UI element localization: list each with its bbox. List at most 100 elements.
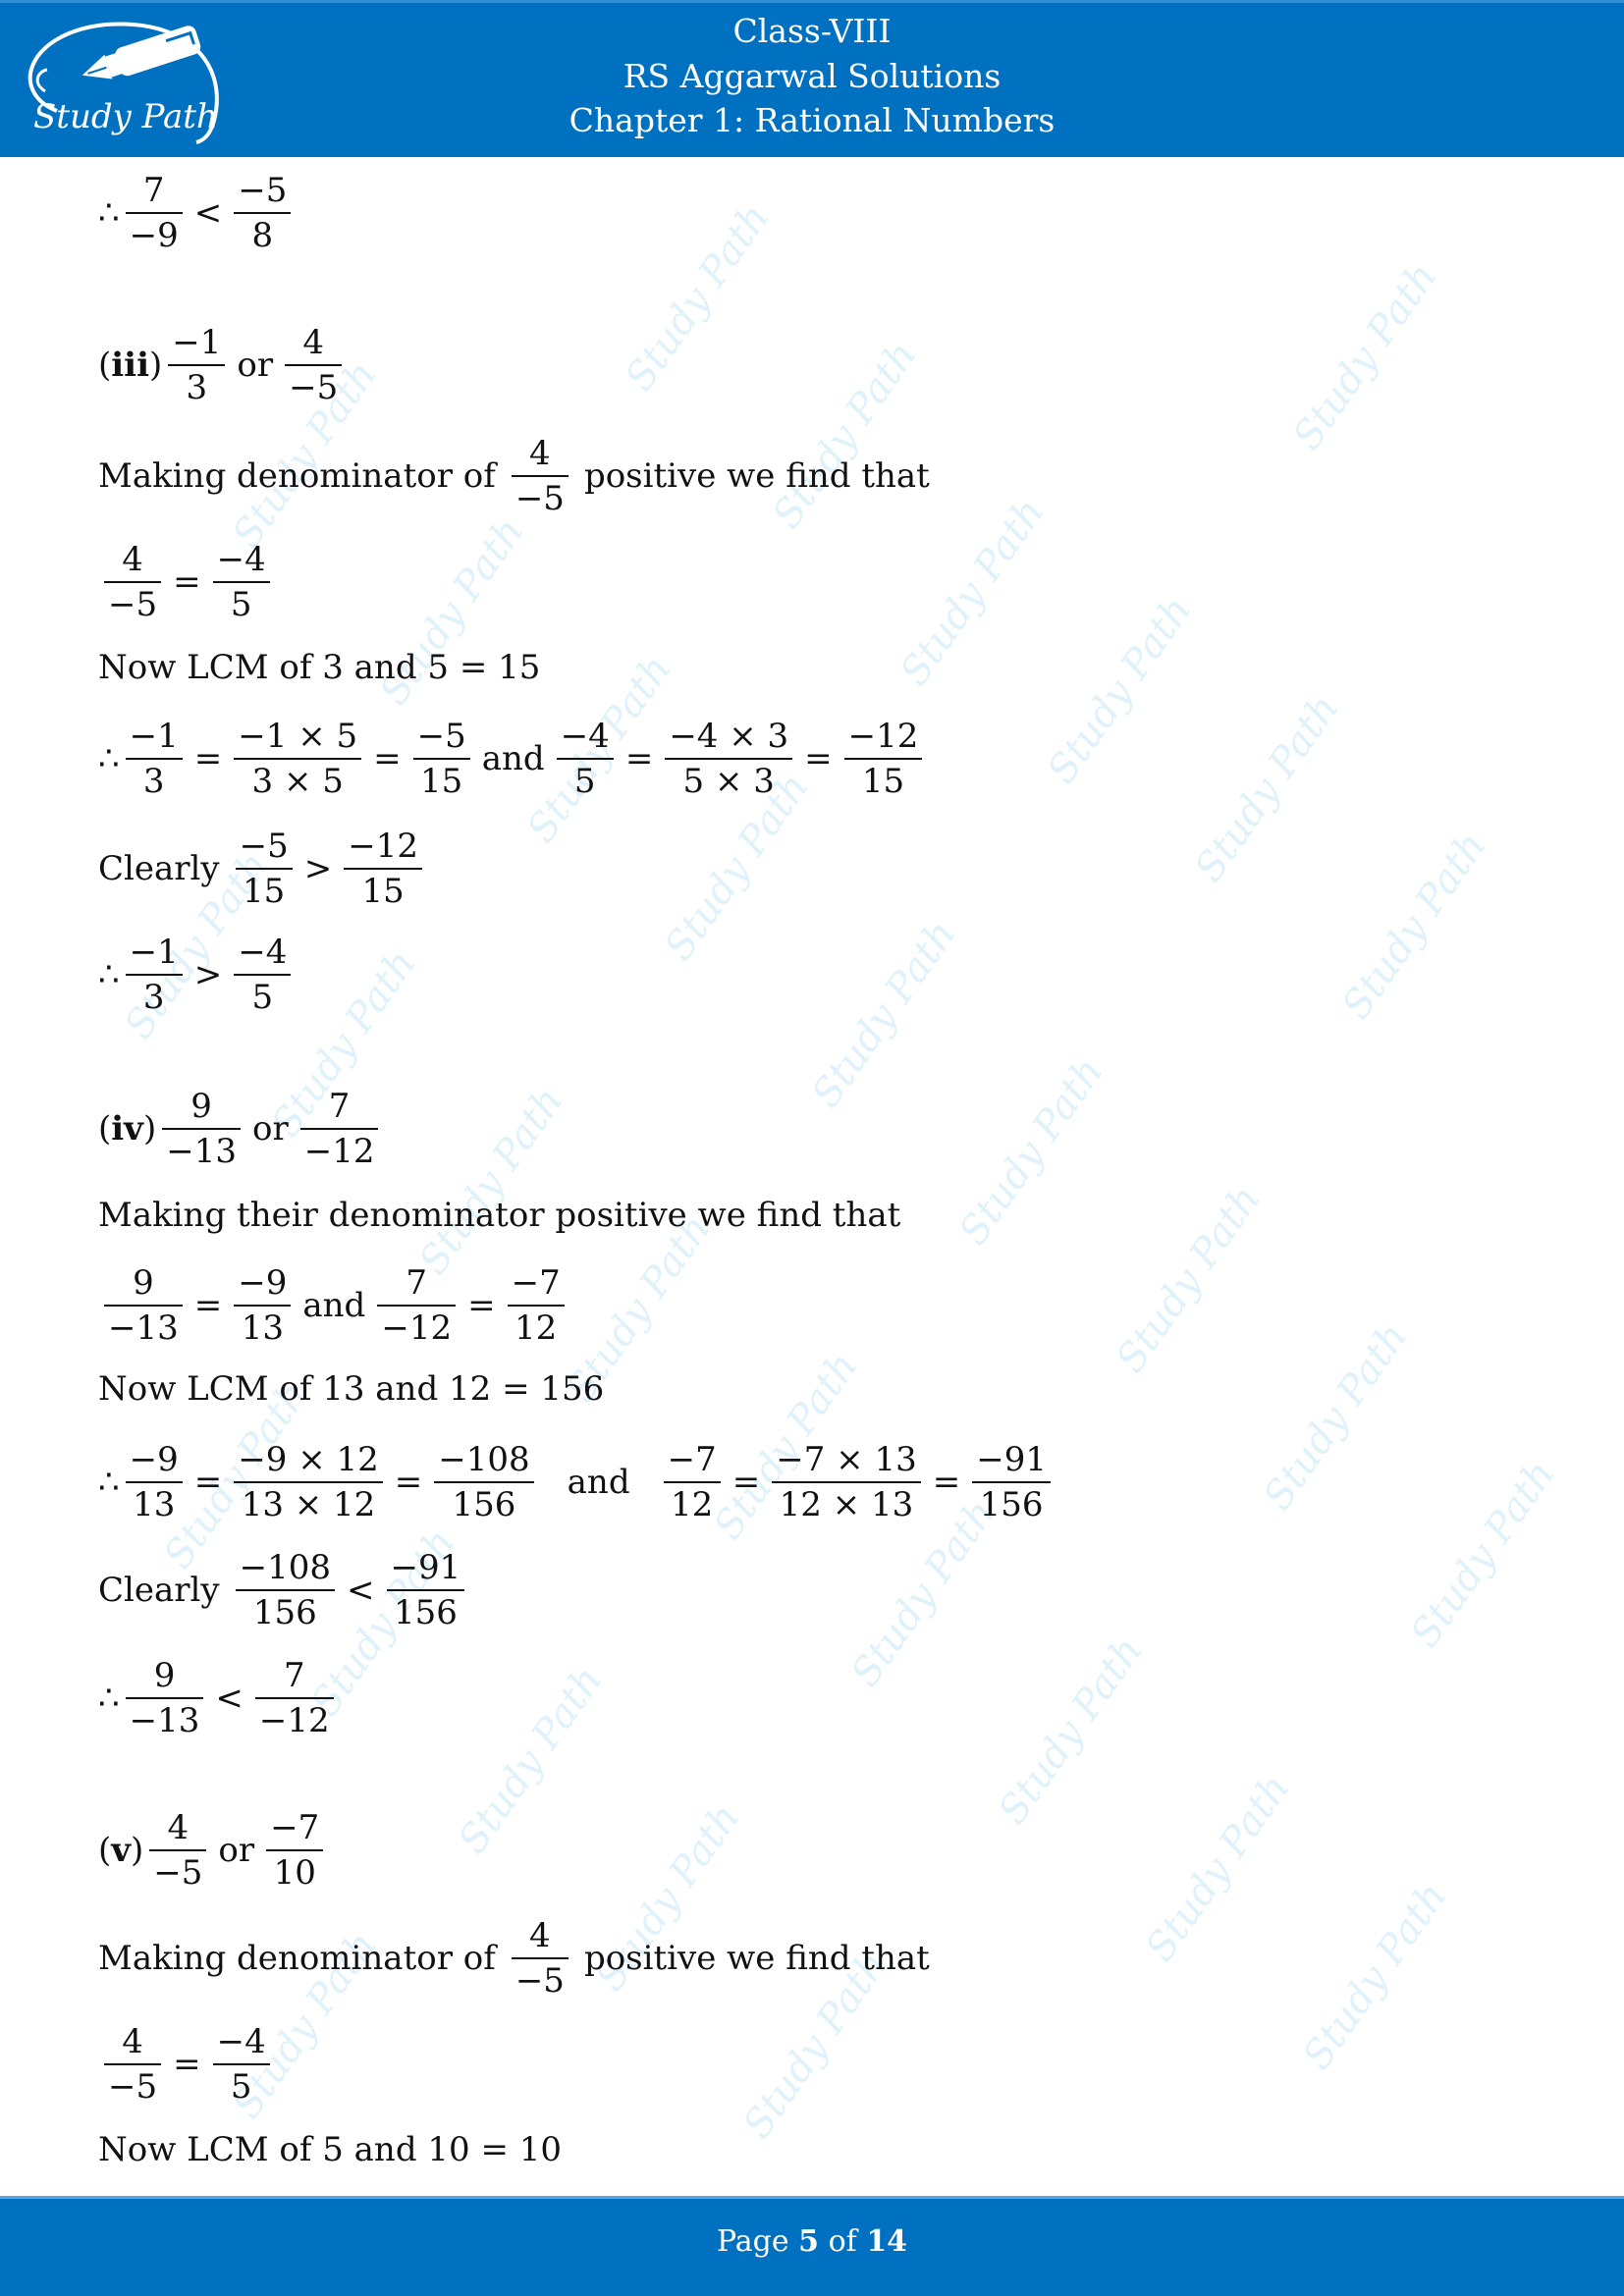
denominator: −13 xyxy=(129,1701,200,1740)
denominator: −9 xyxy=(129,216,179,255)
text-segment: Making denominator of xyxy=(98,1939,496,1978)
fraction: −5 8 xyxy=(234,169,292,257)
part-v-lcm: Now LCM of 5 and 10 = 10 xyxy=(98,2130,563,2169)
fraction: −12 15 xyxy=(344,825,423,913)
numerator: −91 xyxy=(390,1548,461,1587)
numerator: −7 × 13 xyxy=(776,1440,917,1479)
fraction: −91 156 xyxy=(972,1438,1051,1526)
denominator: 5 xyxy=(230,585,252,624)
numerator: −9 × 12 xyxy=(238,1440,379,1479)
fraction: −9 13 xyxy=(234,1261,292,1350)
numerator: 4 xyxy=(302,323,325,362)
fraction: 7 −12 xyxy=(377,1261,457,1350)
numerator: −4 xyxy=(216,2022,266,2061)
fraction: 4 −5 xyxy=(511,1914,568,2002)
denominator: 8 xyxy=(251,216,274,255)
part-iv-making-positive: Making their denominator positive we fin… xyxy=(98,1196,901,1235)
numerator: −7 xyxy=(667,1440,717,1479)
numerator: −1 xyxy=(129,933,179,972)
text-segment: ( xyxy=(98,346,112,385)
denominator: −13 xyxy=(166,1132,237,1171)
numerator: −4 xyxy=(560,717,610,756)
denominator: −12 xyxy=(258,1701,330,1740)
fraction: 7 −12 xyxy=(254,1654,334,1742)
operator: = xyxy=(193,739,223,778)
text-segment: ( xyxy=(98,1109,112,1148)
total-pages: 14 xyxy=(866,2224,908,2259)
part-v-heading: (v) 4 −5 or −7 10 xyxy=(98,1806,329,1895)
operator: > xyxy=(303,849,333,888)
fraction: −4 × 3 5 × 3 xyxy=(665,715,793,803)
fraction: 4 −5 xyxy=(511,432,568,520)
numerator: 9 xyxy=(153,1656,176,1695)
part-v-equivalence: 4 −5 = −4 5 xyxy=(98,2020,276,2109)
operator: and xyxy=(302,1286,366,1325)
denominator: 15 xyxy=(243,872,286,911)
operator: = xyxy=(173,2045,201,2084)
fraction: −1 3 xyxy=(125,931,183,1019)
denominator: 3 xyxy=(142,978,165,1017)
part-iii-heading: (iii) −1 3 or 4 −5 xyxy=(98,321,348,409)
part-label: v xyxy=(111,1831,132,1870)
page-footer: Page 5 of 14 xyxy=(0,2196,1624,2296)
fraction: 7 −12 xyxy=(299,1085,379,1173)
operator: = xyxy=(467,1286,496,1325)
numerator: −4 xyxy=(216,540,266,579)
fraction: 9 −13 xyxy=(104,1261,183,1350)
numerator: −7 xyxy=(270,1808,320,1847)
fraction: −9 13 xyxy=(125,1438,183,1526)
part-iv-equivalence: 9 −13 = −9 13 and 7 −12 = −7 12 xyxy=(98,1261,570,1350)
fraction: −108 156 xyxy=(434,1438,534,1526)
operator: > xyxy=(193,955,223,994)
numerator: −91 xyxy=(976,1440,1047,1479)
text-segment: ( xyxy=(98,1831,112,1870)
text-segment: positive we find that xyxy=(583,456,930,496)
numerator: 7 xyxy=(406,1263,428,1303)
numerator: −12 xyxy=(348,827,419,866)
denominator: 156 xyxy=(393,1593,458,1632)
numerator: 9 xyxy=(190,1087,212,1126)
fraction: −1 × 5 3 × 5 xyxy=(234,715,362,803)
numerator: −7 xyxy=(511,1263,561,1303)
denominator: −5 xyxy=(108,585,158,624)
denominator: −12 xyxy=(381,1308,453,1348)
denominator: 3 xyxy=(142,762,165,801)
text-segment: Clearly xyxy=(98,1571,220,1610)
fraction: −5 15 xyxy=(412,715,470,803)
text-segment: ∴ xyxy=(98,1679,120,1718)
numerator: 7 xyxy=(142,171,165,210)
operator: or xyxy=(218,1831,255,1870)
fraction: −108 156 xyxy=(235,1546,336,1634)
part-iii-equivalence: 4 −5 = −4 5 xyxy=(98,538,276,626)
denominator: −5 xyxy=(289,368,339,407)
fraction: −4 5 xyxy=(556,715,614,803)
numerator: −1 xyxy=(129,717,179,756)
operator: = xyxy=(373,739,402,778)
denominator: 15 xyxy=(420,762,463,801)
operator: = xyxy=(193,1463,223,1502)
denominator: 13 xyxy=(241,1308,284,1348)
denominator: 12 xyxy=(514,1308,558,1348)
text-segment: positive we find that xyxy=(583,1939,930,1978)
fraction: −7 10 xyxy=(266,1806,324,1895)
part-iii-making-positive: Making denominator of 4 −5 positive we fi… xyxy=(98,432,930,520)
denominator: 10 xyxy=(273,1853,316,1893)
denominator: −13 xyxy=(108,1308,179,1348)
denominator: 156 xyxy=(452,1485,516,1524)
fraction: −91 156 xyxy=(386,1546,465,1634)
fraction: −4 5 xyxy=(212,538,270,626)
numerator: −5 xyxy=(416,717,466,756)
denominator: 12 × 13 xyxy=(779,1485,914,1524)
numerator: −4 xyxy=(238,933,288,972)
fraction: −7 12 xyxy=(663,1438,721,1526)
fraction: −5 15 xyxy=(235,825,293,913)
fraction: 4 −5 xyxy=(104,538,162,626)
operator: = xyxy=(804,739,833,778)
denominator: 156 xyxy=(252,1593,317,1632)
denominator: 156 xyxy=(979,1485,1044,1524)
operator: = xyxy=(193,1286,223,1325)
fraction: −7 12 xyxy=(507,1261,565,1350)
denominator: 5 xyxy=(230,2067,252,2107)
part-iii-conversion: ∴ −1 3 = −1 × 53 × 5 = −5 15 and −4 5 = −4 … xyxy=(98,715,928,803)
denominator: 12 xyxy=(671,1485,714,1524)
